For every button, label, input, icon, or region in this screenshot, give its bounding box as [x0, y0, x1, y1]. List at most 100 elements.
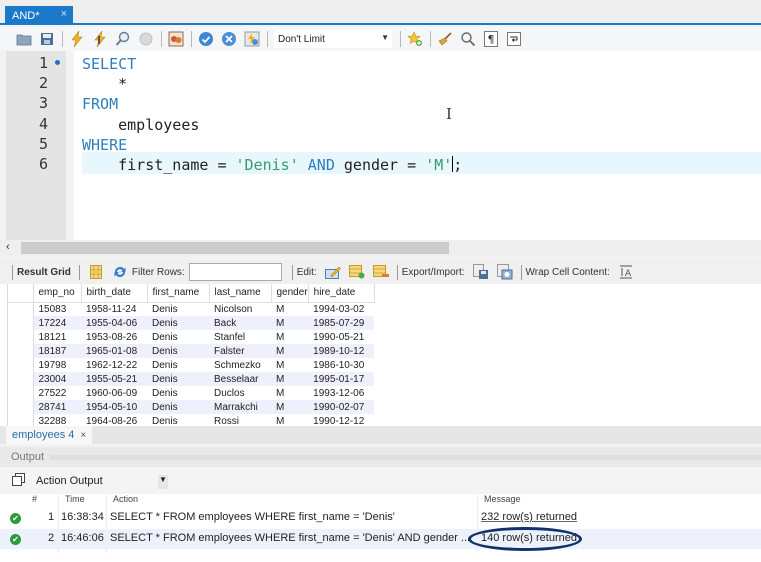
row-selector[interactable]: [8, 302, 34, 316]
cell-birth-date[interactable]: 1955-04-06: [81, 316, 147, 330]
cell-first-name[interactable]: Denis: [147, 414, 209, 427]
beautify-broom-icon[interactable]: [437, 31, 453, 47]
cell-gender[interactable]: M: [271, 386, 308, 400]
cell-last-name[interactable]: Stanfel: [209, 330, 271, 344]
stop-icon[interactable]: [138, 31, 154, 47]
row-selector[interactable]: [8, 414, 34, 426]
column-header-gender[interactable]: gender: [271, 284, 309, 303]
open-folder-icon[interactable]: [16, 31, 32, 47]
cell-emp-no[interactable]: 27522: [33, 386, 81, 400]
close-tab-icon[interactable]: ×: [61, 8, 67, 20]
cell-first-name[interactable]: Denis: [147, 400, 209, 414]
autocommit-icon[interactable]: [244, 31, 260, 47]
result-grid[interactable]: emp_no birth_date first_name last_name gende…: [7, 284, 389, 426]
commit-check-icon[interactable]: [198, 31, 214, 47]
save-icon[interactable]: [39, 31, 55, 47]
column-header-first-name[interactable]: first_name: [147, 284, 210, 303]
cell-emp-no[interactable]: 17224: [33, 316, 81, 330]
cell-first-name[interactable]: Denis: [147, 330, 209, 344]
cell-emp-no[interactable]: 18187: [33, 344, 81, 358]
table-row[interactable]: 32288 1964-08-26 Denis Rossi M 1990-12-12: [8, 414, 374, 426]
row-selector[interactable]: [8, 358, 34, 372]
code-line[interactable]: WHERE: [82, 135, 127, 155]
explain-magnifier-icon[interactable]: [115, 31, 131, 47]
cell-hire-date[interactable]: 1995-01-17: [308, 372, 375, 386]
column-header-hire-date[interactable]: hire_date: [308, 284, 375, 303]
cell-hire-date[interactable]: 1994-03-02: [308, 302, 374, 316]
cell-last-name[interactable]: Back: [209, 316, 271, 330]
cell-emp-no[interactable]: 32288: [33, 414, 81, 427]
row-selector[interactable]: [8, 316, 34, 330]
cell-first-name[interactable]: Denis: [147, 358, 209, 372]
output-row[interactable]: ✔ 2 16:46:06 SELECT * FROM employees WHE…: [0, 529, 761, 549]
cell-hire-date[interactable]: 1990-12-12: [308, 414, 374, 427]
cell-hire-date[interactable]: 1990-02-07: [308, 400, 375, 414]
sql-editor[interactable]: 1 2 3 4 5 6 SELECT * FROM employees WHERE first…: [6, 51, 761, 240]
code-line[interactable]: *: [82, 74, 127, 94]
cell-last-name[interactable]: Duclos: [209, 386, 271, 400]
table-row[interactable]: 19798 1962-12-22 Denis Schmezko M 1986-10-30: [8, 358, 374, 372]
row-selector[interactable]: [8, 386, 34, 400]
row-selector[interactable]: [8, 400, 34, 414]
cell-birth-date[interactable]: 1962-12-22: [81, 358, 147, 372]
cell-emp-no[interactable]: 18121: [33, 330, 81, 344]
execute-current-statement-icon[interactable]: [92, 31, 108, 47]
cell-birth-date[interactable]: 1953-08-26: [81, 330, 147, 344]
cell-gender[interactable]: M: [271, 358, 308, 372]
cell-birth-date[interactable]: 1954-05-10: [81, 400, 147, 414]
find-magnifier-icon[interactable]: [460, 31, 476, 47]
cell-birth-date[interactable]: 1965-01-08: [81, 344, 147, 358]
grid-layout-icon[interactable]: [88, 264, 104, 280]
cell-emp-no[interactable]: 15083: [33, 302, 81, 316]
cell-last-name[interactable]: Schmezko: [209, 358, 271, 372]
table-row[interactable]: 17224 1955-04-06 Denis Back M 1985-07-29: [8, 316, 375, 330]
row-limit-select[interactable]: Don't Limit ▼: [274, 30, 392, 48]
table-row[interactable]: 18121 1953-08-26 Denis Stanfel M 1990-05-21: [8, 330, 374, 344]
scroll-left-arrow-icon[interactable]: ‹: [6, 241, 10, 253]
table-row[interactable]: 18187 1965-01-08 Denis Falster M 1989-10-12: [8, 344, 375, 358]
cell-gender[interactable]: M: [271, 372, 309, 386]
cell-last-name[interactable]: Nicolson: [209, 302, 271, 316]
cell-last-name[interactable]: Marrakchi: [209, 400, 271, 414]
cell-gender[interactable]: M: [271, 344, 309, 358]
output-mode-select[interactable]: Action Output ▼: [33, 471, 169, 490]
cell-emp-no[interactable]: 23004: [33, 372, 81, 386]
cell-first-name[interactable]: Denis: [147, 372, 209, 386]
cell-gender[interactable]: M: [271, 400, 309, 414]
cell-last-name[interactable]: Besselaar: [209, 372, 271, 386]
table-row[interactable]: 15083 1958-11-24 Denis Nicolson M 1994-03-02: [8, 302, 374, 316]
column-header-last-name[interactable]: last_name: [209, 284, 272, 303]
output-row[interactable]: ✔ 1 16:38:34 SELECT * FROM employees WHE…: [0, 508, 761, 528]
cell-emp-no[interactable]: 28741: [33, 400, 81, 414]
row-selector[interactable]: [8, 372, 34, 386]
export-icon[interactable]: [472, 264, 489, 280]
column-header-emp-no[interactable]: emp_no: [33, 284, 82, 303]
cell-first-name[interactable]: Denis: [147, 316, 209, 330]
cell-gender[interactable]: M: [271, 414, 308, 427]
scrollbar-thumb[interactable]: [21, 242, 449, 254]
cell-gender[interactable]: M: [271, 302, 308, 316]
cell-last-name[interactable]: Falster: [209, 344, 271, 358]
cell-gender[interactable]: M: [271, 316, 309, 330]
execute-lightning-icon[interactable]: [69, 31, 85, 47]
delete-row-icon[interactable]: [372, 264, 389, 280]
column-header-birth-date[interactable]: birth_date: [81, 284, 148, 303]
code-line[interactable]: first_name = 'Denis' AND gender = 'M';: [82, 155, 462, 175]
invisible-characters-pilcrow-icon[interactable]: ¶: [483, 31, 499, 47]
result-tab-employees-4[interactable]: employees 4 ×: [6, 426, 92, 444]
toggle-output-icon[interactable]: [168, 31, 184, 47]
cell-first-name[interactable]: Denis: [147, 302, 209, 316]
cell-hire-date[interactable]: 1989-10-12: [308, 344, 375, 358]
cell-last-name[interactable]: Rossi: [209, 414, 271, 427]
code-line[interactable]: SELECT: [82, 54, 136, 74]
cell-hire-date[interactable]: 1985-07-29: [308, 316, 375, 330]
editor-horizontal-scrollbar[interactable]: ‹: [0, 240, 761, 256]
cell-hire-date[interactable]: 1990-05-21: [308, 330, 374, 344]
panel-drag-handle[interactable]: [50, 454, 761, 460]
result-grid-label[interactable]: Result Grid: [17, 267, 71, 278]
wrap-lines-icon[interactable]: [506, 31, 522, 47]
filter-rows-input[interactable]: [188, 263, 282, 281]
code-line[interactable]: employees: [82, 115, 199, 135]
table-row[interactable]: 27522 1960-06-09 Denis Duclos M 1993-12-06: [8, 386, 374, 400]
cell-hire-date[interactable]: 1993-12-06: [308, 386, 374, 400]
